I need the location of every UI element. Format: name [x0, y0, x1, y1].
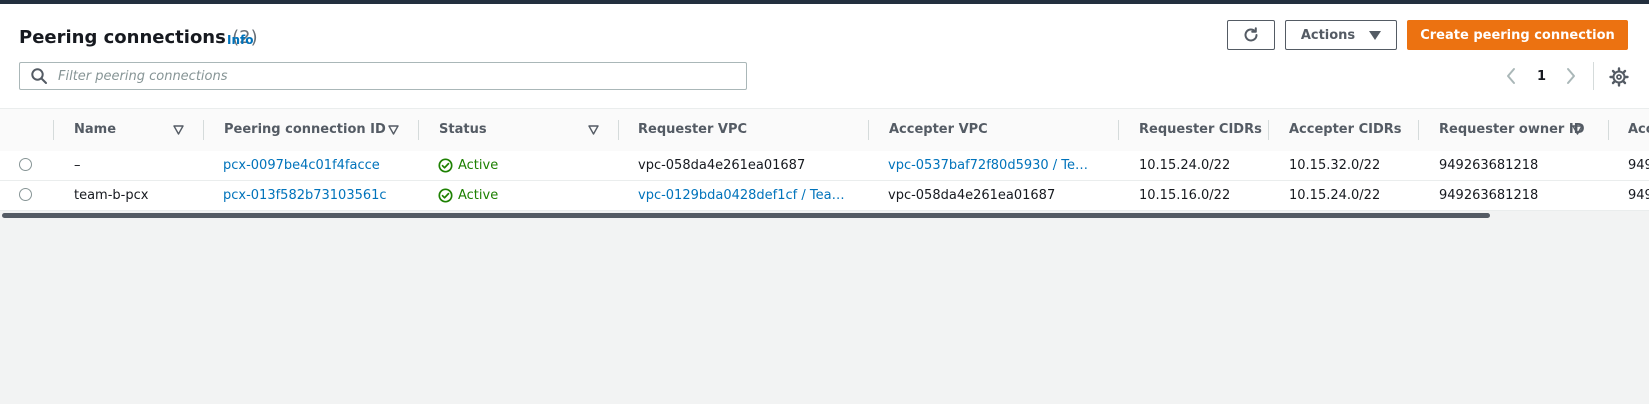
- cell-requester-owner-id: 949263681218: [1439, 158, 1539, 173]
- cell-name: –: [74, 158, 81, 173]
- create-label: Create peering connection: [1420, 27, 1615, 43]
- status-text: Active: [458, 188, 499, 203]
- refresh-icon: [1244, 27, 1258, 42]
- column-divider: [1268, 120, 1269, 140]
- column-header-requester-cidrs[interactable]: Requester CIDRs: [1139, 109, 1262, 151]
- column-divider: [1608, 120, 1609, 140]
- sort-down-icon[interactable]: [588, 125, 599, 135]
- row-select-radio[interactable]: [19, 158, 32, 171]
- sort-down-icon[interactable]: [173, 125, 184, 135]
- column-divider: [203, 120, 204, 140]
- cell-accepter-cidrs: 10.15.24.0/22: [1289, 188, 1381, 203]
- column-divider: [618, 120, 619, 140]
- cell-requester-cidrs: 10.15.24.0/22: [1139, 158, 1231, 173]
- column-divider: [868, 120, 869, 140]
- cell-status: Active: [438, 151, 608, 180]
- filter-box: [19, 62, 747, 90]
- cell-accepter-cidrs: 10.15.32.0/22: [1289, 158, 1381, 173]
- check-circle-icon: [438, 188, 453, 203]
- row-select-radio[interactable]: [19, 188, 32, 201]
- check-circle-icon: [438, 158, 453, 173]
- cell-accepter-vpc-link[interactable]: vpc-0537baf72f80d5930 / Te…: [888, 151, 1103, 180]
- cell-accepter-vpc: vpc-058da4e261ea01687: [888, 188, 1056, 203]
- cell-requester-owner-id: 949263681218: [1439, 188, 1539, 203]
- column-header-accepter-owner-id[interactable]: Acc: [1628, 109, 1649, 151]
- cell-peering-id-link[interactable]: pcx-013f582b73103561c: [223, 181, 408, 210]
- cell-name: team-b-pcx: [74, 188, 149, 203]
- gear-icon[interactable]: [1609, 67, 1629, 87]
- page-number[interactable]: 1: [1537, 69, 1546, 84]
- column-header-requester-owner-id[interactable]: Requester owner ID: [1439, 109, 1585, 151]
- column-header-name[interactable]: Name: [74, 109, 116, 151]
- caret-down-icon: [1369, 30, 1382, 40]
- page-title-text: Peering connections: [19, 27, 226, 48]
- actions-button[interactable]: Actions: [1285, 20, 1397, 50]
- table-header: Name Peering connection ID Status Reques…: [0, 108, 1649, 152]
- cell-requester-cidrs: 10.15.16.0/22: [1139, 188, 1231, 203]
- cell-status: Active: [438, 181, 608, 210]
- filter-input[interactable]: [56, 67, 700, 85]
- cell-accepter-owner-id: 949: [1628, 158, 1649, 173]
- chevron-right-icon[interactable]: [1564, 66, 1578, 86]
- column-header-accepter-vpc[interactable]: Accepter VPC: [889, 109, 988, 151]
- column-header-accepter-cidrs[interactable]: Accepter CIDRs: [1289, 109, 1401, 151]
- status-text: Active: [458, 158, 499, 173]
- chevron-left-icon[interactable]: [1504, 66, 1518, 86]
- column-divider: [1418, 120, 1419, 140]
- actions-label: Actions: [1300, 27, 1356, 43]
- column-divider: [1118, 120, 1119, 140]
- sort-down-icon[interactable]: [1572, 125, 1583, 135]
- pagination-divider: [1593, 62, 1594, 90]
- search-icon: [31, 68, 47, 84]
- cell-requester-vpc-link[interactable]: vpc-0129bda0428def1cf / Tea…: [638, 181, 853, 210]
- column-header-status[interactable]: Status: [439, 109, 487, 151]
- cell-accepter-owner-id: 949: [1628, 188, 1649, 203]
- table-row[interactable]: team-b-pcx pcx-013f582b73103561c Active …: [0, 181, 1649, 211]
- info-link[interactable]: Info: [227, 33, 253, 47]
- refresh-button[interactable]: [1227, 20, 1275, 50]
- column-divider: [53, 120, 54, 140]
- create-peering-connection-button[interactable]: Create peering connection: [1407, 20, 1628, 50]
- column-divider: [418, 120, 419, 140]
- table-row[interactable]: – pcx-0097be4c01f4facce Active vpc-058da…: [0, 151, 1649, 181]
- column-header-peering-id[interactable]: Peering connection ID: [224, 109, 386, 151]
- cell-peering-id-link[interactable]: pcx-0097be4c01f4facce: [223, 151, 408, 180]
- page-title: Peering connections (2): [19, 27, 258, 48]
- column-header-requester-vpc[interactable]: Requester VPC: [638, 109, 747, 151]
- cell-requester-vpc: vpc-058da4e261ea01687: [638, 158, 806, 173]
- scrollbar-thumb[interactable]: [2, 213, 1490, 218]
- sort-down-icon[interactable]: [388, 125, 399, 135]
